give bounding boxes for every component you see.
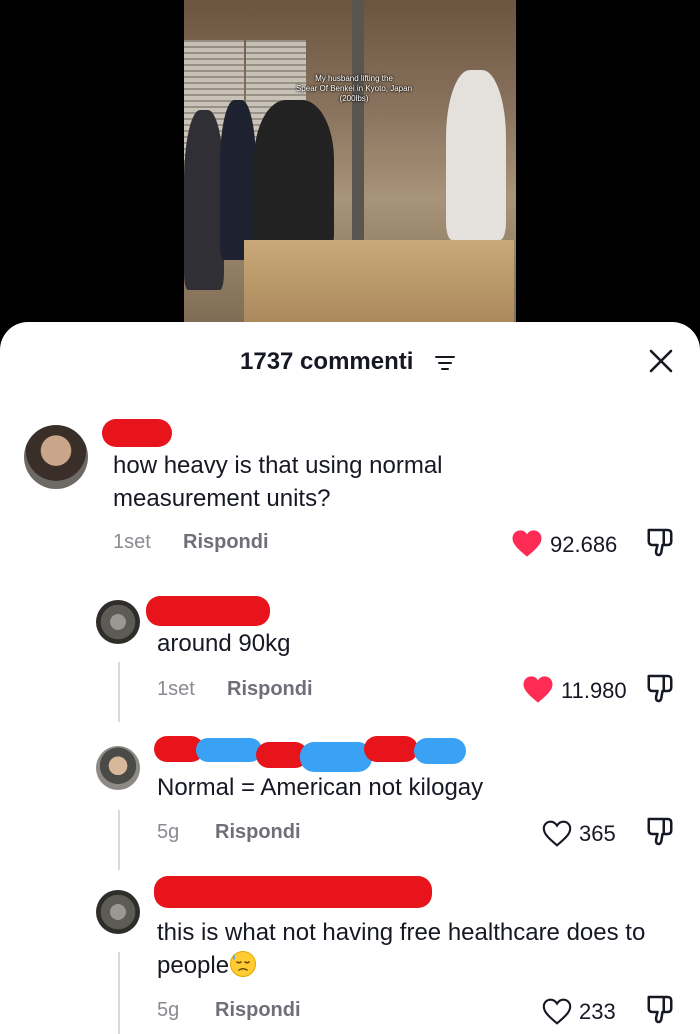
- avatar[interactable]: [96, 600, 140, 644]
- reply-button[interactable]: Rispondi: [215, 999, 301, 1022]
- close-icon[interactable]: [648, 348, 674, 374]
- video-player[interactable]: My husband lifting the Spear Of Benkei i…: [184, 0, 516, 330]
- comment-time: 1set: [113, 531, 151, 553]
- redacted-username: [300, 742, 372, 772]
- reply-button[interactable]: Rispondi: [227, 678, 313, 701]
- avatar[interactable]: [96, 746, 140, 790]
- like-count: 233: [579, 999, 616, 1024]
- reply-item: this is what not having free healthcare …: [0, 874, 700, 1034]
- dislike-icon[interactable]: [645, 672, 675, 705]
- reply-item: around 90kg 1set Rispondi 11.980: [0, 594, 700, 714]
- caption-line: (200lbs): [339, 94, 369, 103]
- like-count: 92.686: [550, 532, 618, 557]
- like-count: 365: [579, 821, 616, 846]
- heart-filled-icon[interactable]: [511, 529, 543, 558]
- heart-outline-icon[interactable]: [541, 819, 573, 848]
- avatar[interactable]: [96, 890, 140, 934]
- downcast-face-with-sweat-icon: [230, 951, 257, 977]
- dislike-icon[interactable]: [645, 993, 675, 1026]
- reply-button[interactable]: Rispondi: [215, 821, 301, 844]
- filter-lines-icon[interactable]: [434, 356, 456, 372]
- redacted-username: [364, 736, 418, 762]
- avatar[interactable]: [24, 425, 88, 489]
- caption-line: My husband lifting the: [315, 74, 393, 83]
- comment-text: Normal = American not kilogay: [157, 774, 484, 801]
- redacted-username: [146, 596, 270, 626]
- comment-text: this is what not having free healthcare …: [157, 916, 657, 982]
- comment-count: 1737 commenti: [240, 348, 414, 375]
- caption-line: Spear Of Benkei in Kyoto, Japan: [295, 84, 413, 93]
- video-caption: My husband lifting the Spear Of Benkei i…: [264, 74, 444, 104]
- comment-item: how heavy is that using normal measureme…: [0, 417, 700, 567]
- dislike-icon[interactable]: [645, 815, 675, 848]
- heart-outline-icon[interactable]: [541, 997, 573, 1026]
- video-scene-person: [220, 100, 256, 260]
- heart-filled-icon[interactable]: [522, 675, 554, 704]
- redacted-username: [154, 876, 432, 908]
- reply-item: Normal = American not kilogay 5g Rispond…: [0, 732, 700, 862]
- video-scene-person: [254, 100, 334, 250]
- comment-text: how heavy is that using normal measureme…: [113, 452, 443, 512]
- dislike-icon[interactable]: [645, 526, 675, 559]
- redacted-username: [414, 738, 466, 764]
- comments-sheet: 1737 commenti how heavy is that using no…: [0, 322, 700, 1034]
- comments-header: 1737 commenti: [0, 322, 700, 402]
- reply-button[interactable]: Rispondi: [183, 531, 269, 554]
- comment-time: 1set: [157, 678, 195, 700]
- comment-time: 5g: [157, 821, 180, 843]
- comment-text: around 90kg: [157, 630, 291, 657]
- redacted-username: [102, 419, 172, 447]
- comment-time: 5g: [157, 999, 180, 1021]
- video-scene-person: [184, 110, 224, 290]
- video-scene-wooden-frame: [244, 240, 514, 330]
- redacted-username: [196, 738, 262, 762]
- video-scene-person: [446, 70, 506, 240]
- like-count: 11.980: [561, 678, 627, 703]
